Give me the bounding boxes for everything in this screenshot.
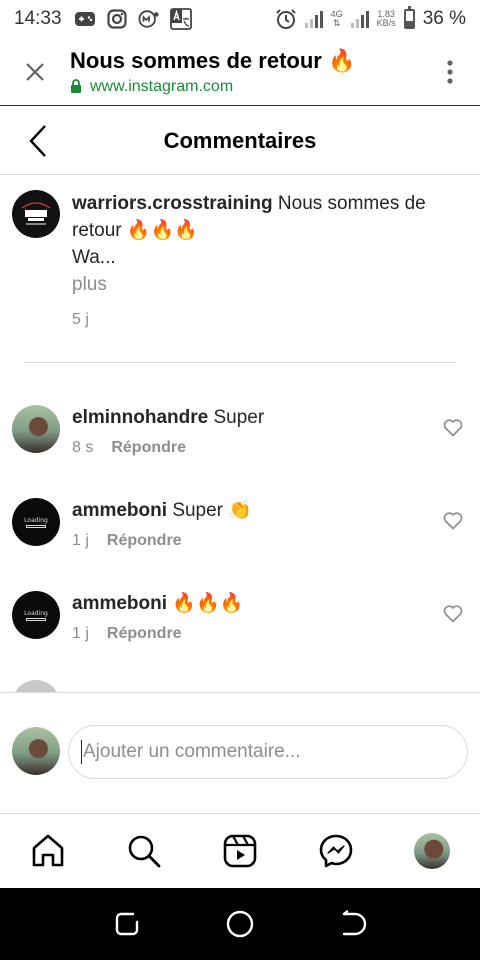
caption-text-line2: Wa... bbox=[72, 247, 116, 268]
gamepad-icon bbox=[74, 8, 96, 30]
comment-item: Loading ammeboni Super 👏 1 j Répondre bbox=[12, 498, 468, 550]
recents-button[interactable] bbox=[102, 899, 152, 949]
system-navigation-bar bbox=[0, 888, 480, 960]
crosstraining-logo bbox=[13, 191, 59, 237]
instagram-icon bbox=[106, 8, 128, 30]
status-bar: 14:33 4G ⇅ 1.83 KB/s 36 % bbox=[0, 0, 480, 38]
network-4g: 4G ⇅ bbox=[330, 9, 343, 28]
avatar[interactable]: Loading bbox=[12, 498, 60, 546]
browser-url[interactable]: www.instagram.com bbox=[70, 78, 420, 96]
battery-percent: 36 % bbox=[422, 8, 466, 29]
text-caret bbox=[81, 740, 82, 764]
comment-username[interactable]: ammeboni bbox=[72, 593, 167, 614]
reply-button[interactable]: Répondre bbox=[107, 532, 182, 550]
battery-icon bbox=[403, 6, 415, 29]
comment-item: elminnohandre Super 8 s Répondre bbox=[12, 405, 468, 457]
caption-username[interactable]: warriors.crosstraining bbox=[72, 193, 273, 214]
reply-button[interactable]: Répondre bbox=[107, 625, 182, 643]
like-button[interactable] bbox=[438, 506, 468, 536]
comment-composer: Ajouter un commentaire... bbox=[0, 692, 480, 814]
network-speed: 1.83 KB/s bbox=[376, 9, 396, 28]
messenger-icon bbox=[319, 834, 353, 868]
avatar bbox=[12, 680, 60, 692]
status-time: 14:33 bbox=[14, 8, 62, 29]
lock-icon bbox=[71, 79, 81, 93]
page-title: Commentaires bbox=[163, 127, 317, 153]
comment-username[interactable]: elminnohandre bbox=[72, 407, 208, 428]
heart-icon bbox=[443, 605, 463, 623]
close-tab-button[interactable] bbox=[0, 38, 70, 106]
comment-input-placeholder: Ajouter un commentaire... bbox=[83, 741, 301, 762]
more-vert-icon bbox=[447, 59, 453, 84]
nav-messenger-button[interactable] bbox=[311, 826, 361, 876]
chevron-left-icon bbox=[29, 125, 46, 157]
comments-header: Commentaires bbox=[0, 107, 480, 175]
heart-icon bbox=[443, 512, 463, 530]
profile-avatar bbox=[414, 833, 450, 869]
comment-item: Loading ammeboni 🔥🔥🔥 1 j Répondre bbox=[12, 591, 468, 643]
back-system-button[interactable] bbox=[328, 899, 378, 949]
search-icon bbox=[128, 835, 161, 868]
caption-age: 5 j bbox=[72, 311, 89, 328]
home-circle-icon bbox=[226, 910, 254, 938]
avatar[interactable]: Loading bbox=[12, 591, 60, 639]
reply-button[interactable]: Répondre bbox=[111, 439, 186, 457]
heart-icon bbox=[443, 419, 463, 437]
nav-home-button[interactable] bbox=[23, 826, 73, 876]
reels-icon bbox=[223, 834, 257, 868]
avatar bbox=[12, 727, 60, 775]
back-icon bbox=[343, 910, 367, 936]
avatar[interactable] bbox=[12, 190, 60, 238]
back-button[interactable] bbox=[18, 121, 58, 161]
comment-text: Super bbox=[213, 407, 265, 428]
url-text: www.instagram.com bbox=[90, 77, 234, 95]
nav-profile-button[interactable] bbox=[407, 826, 457, 876]
comment-input[interactable]: Ajouter un commentaire... bbox=[68, 725, 468, 779]
comment-age: 1 j bbox=[72, 625, 89, 642]
bottom-navigation bbox=[0, 814, 480, 888]
browser-page-title: Nous sommes de retour 🔥 bbox=[70, 47, 356, 73]
comment-age: 8 s bbox=[72, 439, 94, 456]
like-button[interactable] bbox=[438, 599, 468, 629]
comment-text: Super 👏 bbox=[172, 500, 252, 521]
close-icon bbox=[26, 62, 44, 81]
browser-menu-button[interactable] bbox=[420, 38, 480, 106]
alarm-icon bbox=[275, 8, 297, 30]
home-button[interactable] bbox=[215, 899, 265, 949]
comment-username[interactable]: ammeboni bbox=[72, 500, 167, 521]
nav-search-button[interactable] bbox=[119, 826, 169, 876]
avatar-loading-text: Loading bbox=[24, 609, 48, 617]
nav-reels-button[interactable] bbox=[215, 826, 265, 876]
divider bbox=[24, 362, 456, 363]
signal-icon bbox=[304, 10, 323, 28]
comment-age: 1 j bbox=[72, 532, 89, 549]
home-icon bbox=[32, 834, 64, 867]
browser-toolbar: Nous sommes de retour 🔥 www.instagram.co… bbox=[0, 38, 480, 106]
recents-icon bbox=[115, 912, 138, 936]
post-caption: warriors.crosstraining Nous sommes de re… bbox=[12, 190, 468, 333]
comment-item-partial bbox=[12, 680, 468, 692]
avatar[interactable] bbox=[12, 405, 60, 453]
messenger-plus-icon bbox=[138, 8, 160, 30]
more-link[interactable]: plus bbox=[72, 271, 468, 298]
signal-icon-2 bbox=[350, 10, 369, 28]
like-button[interactable] bbox=[438, 413, 468, 443]
translate-icon bbox=[169, 8, 192, 30]
comment-text: 🔥🔥🔥 bbox=[172, 593, 244, 614]
avatar-loading-text: Loading bbox=[24, 516, 48, 524]
